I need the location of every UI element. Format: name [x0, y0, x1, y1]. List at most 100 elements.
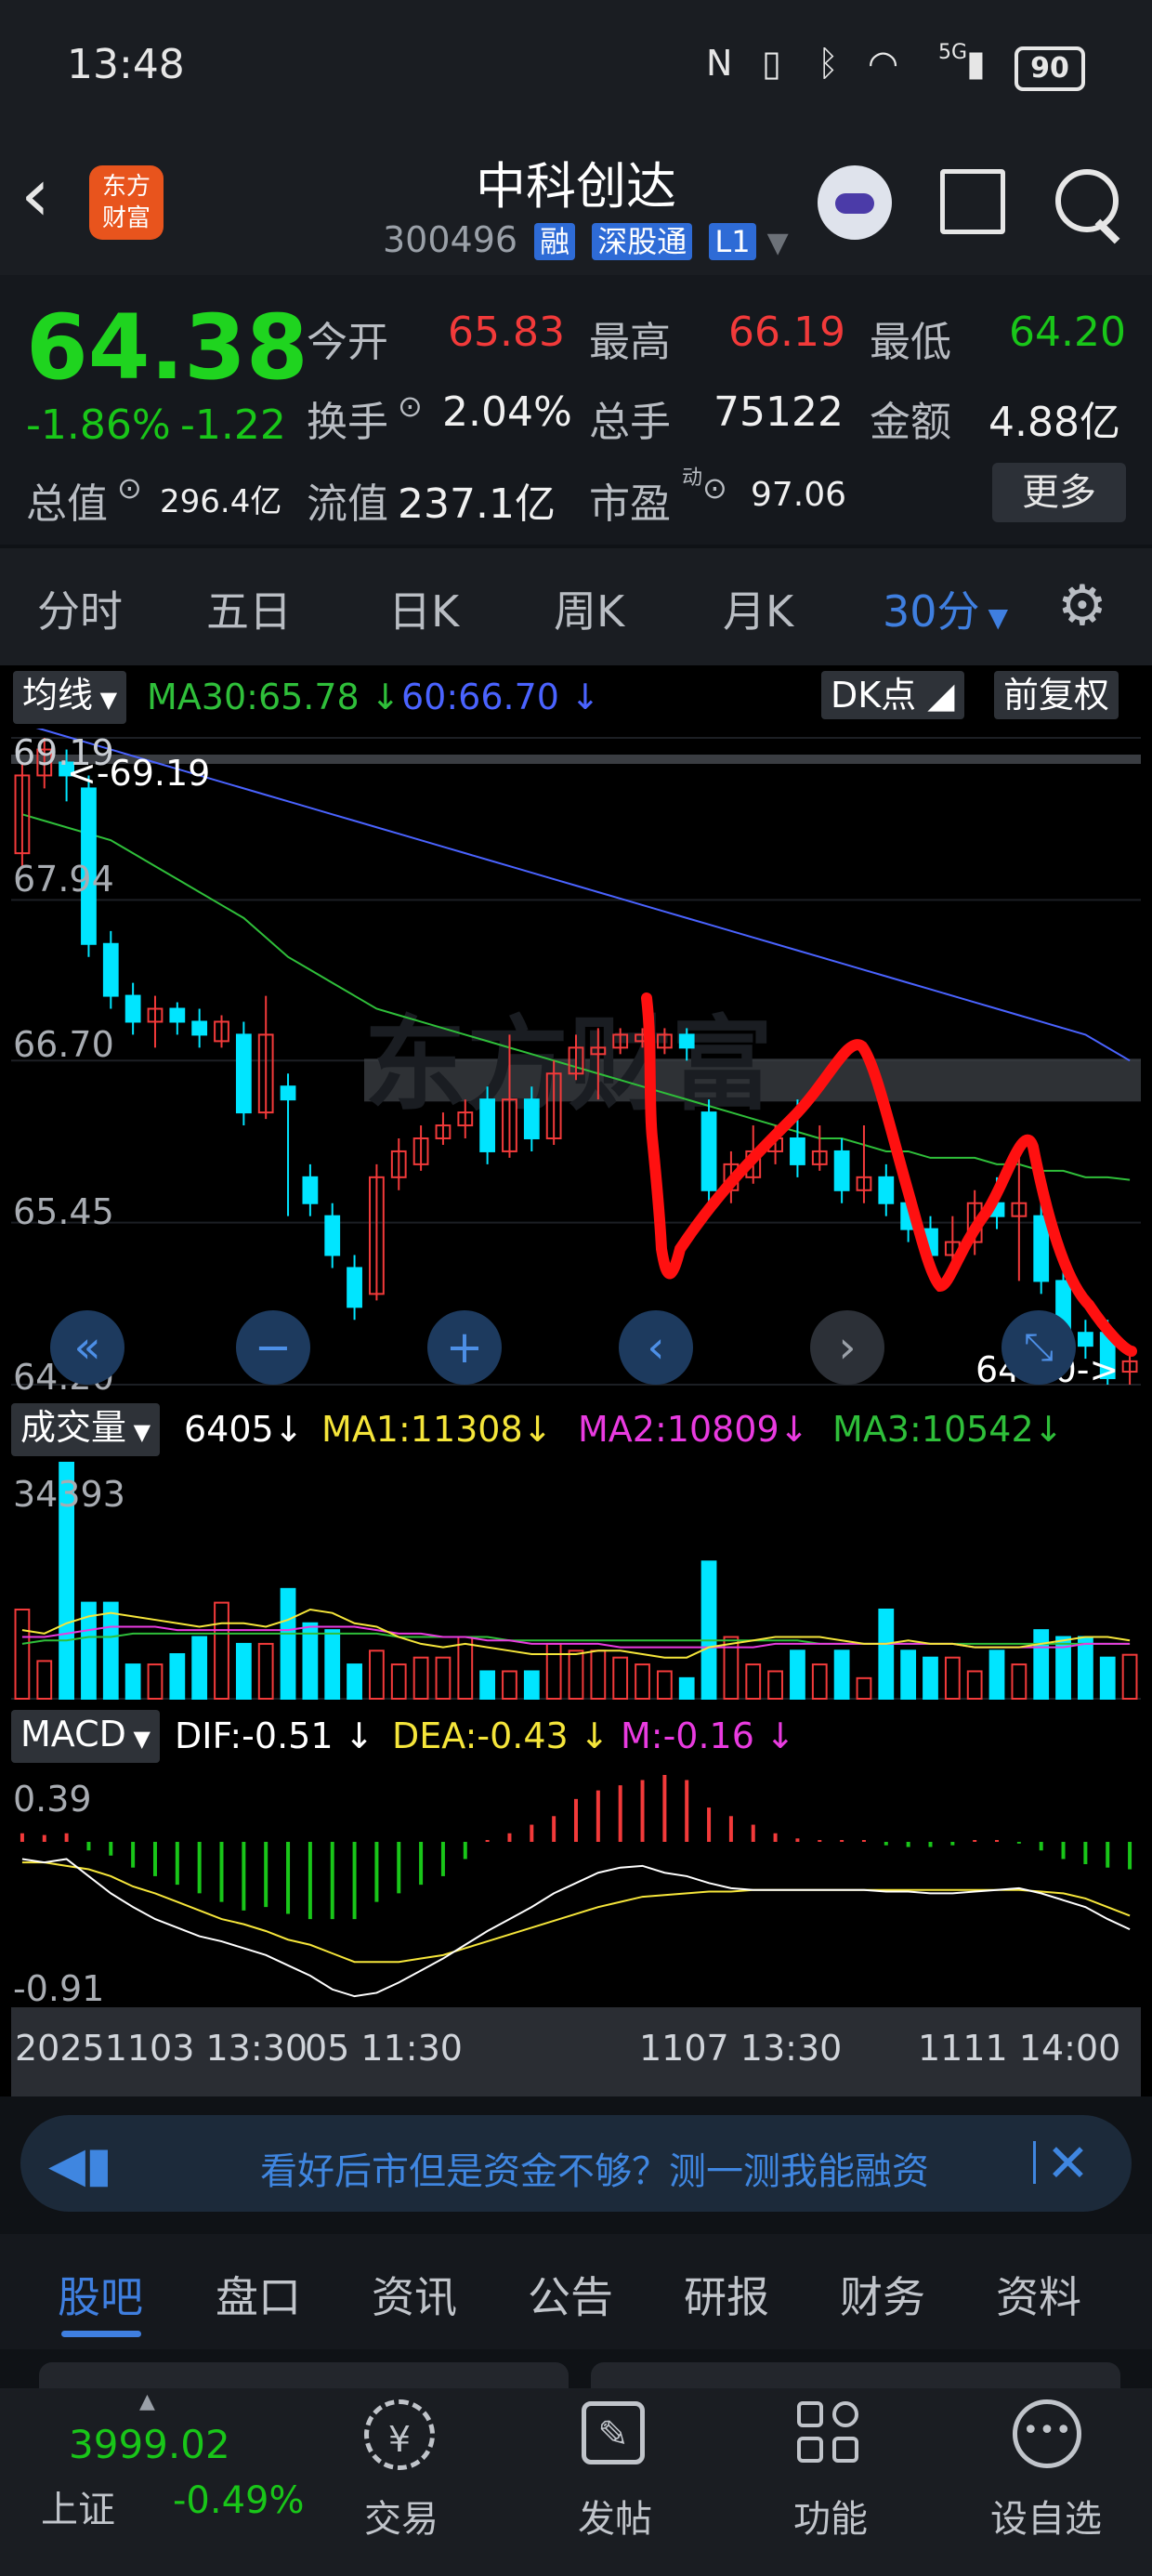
step-back-icon[interactable]: ‹ [619, 1310, 693, 1385]
level-tag: L1 [709, 223, 756, 260]
nav-watchlist[interactable]: 设自选 [972, 2489, 1120, 2543]
ma30-line [21, 813, 1131, 1181]
time-label-1: 20251103 13:30 [15, 2028, 308, 2069]
zoom-out-icon[interactable]: − [236, 1310, 310, 1385]
volume-bar [1033, 1629, 1050, 1700]
tab-pankou[interactable]: 盘口 [216, 2264, 301, 2325]
search-icon[interactable] [1055, 169, 1119, 232]
tab-finance[interactable]: 财务 [840, 2264, 925, 2325]
assistant-robot-icon[interactable] [818, 165, 892, 240]
vol-ma1-text: MA1:11308 [321, 1409, 523, 1450]
dk-point-button[interactable]: DK点 ◢ [821, 671, 964, 719]
card-peek-right [591, 2362, 1120, 2390]
nav-function[interactable]: 功能 [756, 2489, 905, 2543]
volume-bar [390, 1663, 407, 1700]
volume-bar [590, 1649, 607, 1701]
step-forward-icon[interactable]: › [810, 1310, 884, 1385]
vol-ma2: MA2:10809↓ [578, 1409, 809, 1450]
candle-body [678, 1033, 695, 1049]
volume-bar [14, 1608, 31, 1701]
tab-announcements[interactable]: 公告 [528, 2264, 613, 2325]
dk-label: DK点 [831, 675, 917, 716]
ma60-value: 60:66.70 ↓ [401, 677, 600, 717]
m-value: M:-0.16 ↓ [621, 1715, 795, 1756]
volume-bar [767, 1670, 783, 1701]
function-grid-icon[interactable] [797, 2401, 862, 2466]
volume-bar [479, 1670, 496, 1701]
time-label-2: 05 11:30 [305, 2028, 463, 2069]
wifi-icon: ◠ [868, 43, 899, 84]
gear-icon[interactable]: ⚙ [1057, 578, 1107, 634]
amount-label: 金额 [870, 399, 951, 446]
volume-bar [523, 1670, 540, 1701]
zoom-in-icon[interactable]: + [427, 1310, 502, 1385]
volume-bar [700, 1560, 717, 1700]
volume-selector-label: 成交量 [20, 1407, 127, 1448]
volume-bar [369, 1649, 385, 1701]
volume-bar [656, 1670, 673, 1701]
mktcap-info-icon[interactable]: ⊙ [117, 470, 142, 506]
volume-label: 总手 [589, 399, 671, 446]
caret-down-icon: ▼ [93, 687, 118, 713]
nav-watchlist-prefix: 设 [990, 2498, 1028, 2541]
index-value[interactable]: 3999.02 [69, 2422, 230, 2467]
vibrate-icon: ▯ [762, 43, 781, 84]
volume-bar [723, 1636, 740, 1700]
tab-30min[interactable]: 30分 ▼ [883, 578, 1008, 639]
connect-tag: 深股通 [592, 223, 693, 260]
nav-post[interactable]: 发帖 [541, 2489, 689, 2543]
trade-icon[interactable]: ¥ [364, 2399, 435, 2470]
adjust-button[interactable]: 前复权 [994, 671, 1119, 719]
pe-info-icon[interactable]: ⊙ [702, 470, 727, 506]
candlestick-chart[interactable]: 东方财富 [11, 729, 1141, 1394]
signal-icon: ▮ [966, 43, 986, 84]
tab-monthly-k[interactable]: 月K [723, 578, 793, 639]
volume-max-tick: 34393 [13, 1474, 125, 1515]
volume-bar [678, 1676, 695, 1701]
network-type: 5G [938, 41, 968, 64]
info-icon[interactable]: ⊙ [398, 388, 423, 424]
candle-body [700, 1111, 717, 1191]
volume-chart[interactable] [11, 1455, 1141, 1701]
megaphone-icon: ◀▮ [48, 2137, 112, 2193]
fullscreen-icon[interactable]: ⤡ [1001, 1310, 1076, 1385]
candle-body [235, 1033, 252, 1114]
stock-code-line[interactable]: 300496 融 深股通 L1 ▼ [383, 219, 789, 260]
tab-daily-k[interactable]: 日K [388, 578, 459, 639]
tab-news[interactable]: 资讯 [372, 2264, 457, 2325]
open-value: 65.83 [448, 309, 565, 356]
ma30-text: MA30:65.78 [147, 677, 360, 717]
float-label: 流值 [307, 480, 388, 528]
margin-tag: 融 [534, 223, 576, 260]
time-label-3: 1107 13:30 [639, 2028, 843, 2069]
share-icon[interactable] [940, 169, 1005, 234]
candle-body [169, 1007, 186, 1023]
macd-chart[interactable] [11, 1769, 1141, 2004]
bluetooth-icon: ᛒ [818, 43, 839, 84]
m-text: M:-0.16 [621, 1715, 754, 1756]
tab-profile[interactable]: 资料 [996, 2264, 1081, 2325]
change-amount: -1.22 [180, 401, 286, 449]
close-icon[interactable]: ✕ [1046, 2134, 1090, 2194]
high-value: 66.19 [728, 309, 845, 356]
tab-weekly-k[interactable]: 周K [554, 578, 624, 639]
tab-five-day[interactable]: 五日 [206, 578, 292, 639]
volume-bar [790, 1649, 805, 1701]
vol-ma3: MA3:10542↓ [832, 1409, 1064, 1450]
nav-trade[interactable]: 交易 [327, 2489, 476, 2543]
volume-selector[interactable]: 成交量 ▼ [11, 1403, 161, 1456]
volume-bar [612, 1656, 629, 1701]
more-button[interactable]: 更多 [992, 463, 1126, 522]
fast-back-icon[interactable]: « [50, 1310, 124, 1385]
more-dots-icon[interactable]: ••• [1013, 2399, 1081, 2468]
tab-guba[interactable]: 股吧 [58, 2264, 143, 2325]
post-icon[interactable]: ✎ [582, 2401, 645, 2464]
volume-value: 6405↓ [184, 1409, 304, 1450]
tab-intraday[interactable]: 分时 [37, 578, 123, 639]
volume-bar [545, 1642, 562, 1701]
ma-selector[interactable]: 均线 ▼ [13, 671, 127, 724]
tab-research[interactable]: 研报 [684, 2264, 769, 2325]
volume-bar [568, 1649, 584, 1701]
volume-bar [124, 1663, 141, 1700]
macd-selector[interactable]: MACD ▼ [11, 1710, 161, 1763]
